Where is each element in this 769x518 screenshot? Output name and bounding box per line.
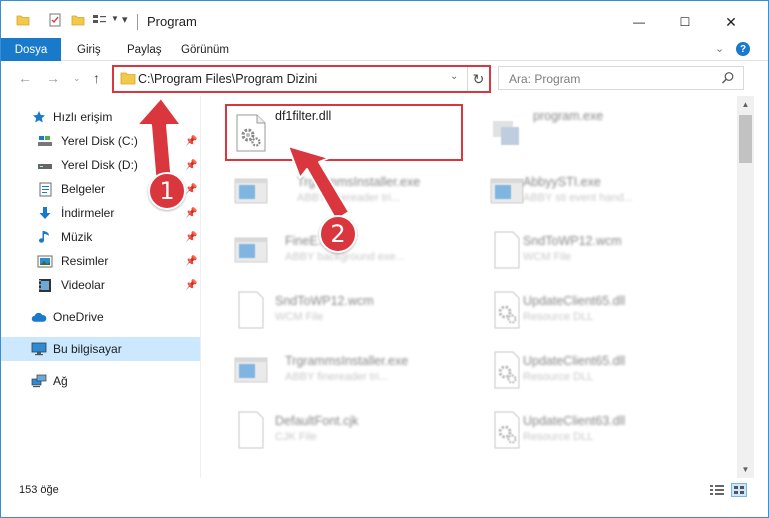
- file-item[interactable]: DefaultFont.cjk CJK File: [223, 402, 463, 458]
- dll-gear-icon: [494, 351, 520, 389]
- network-icon: [31, 373, 47, 389]
- file-item[interactable]: TrgrammsInstaller.exe ABBY finereader tr…: [223, 163, 463, 219]
- tab-share[interactable]: Paylaş: [127, 38, 162, 61]
- chevron-down-icon[interactable]: ⌄: [450, 71, 458, 82]
- sidebar-item-quick-access[interactable]: Hızlı erişim: [1, 105, 200, 129]
- expand-ribbon-icon[interactable]: ⌄: [715, 42, 724, 55]
- app-window-icon: [234, 178, 268, 204]
- details-view-icon[interactable]: [709, 483, 725, 497]
- file-list: df1filter.dll program.exe TrgrammsInstal…: [201, 96, 737, 478]
- properties-icon[interactable]: [48, 13, 62, 27]
- download-icon: [37, 205, 53, 221]
- sidebar-item-pictures[interactable]: Resimler 📌: [1, 249, 200, 273]
- up-button[interactable]: ↑: [93, 70, 100, 86]
- view-options-icon[interactable]: [92, 13, 108, 27]
- scroll-up-icon[interactable]: ▲: [737, 96, 754, 113]
- file-item[interactable]: UpdateClient63.dll Resource DLL: [479, 402, 719, 458]
- sidebar-item-this-pc[interactable]: Bu bilgisayar: [1, 337, 200, 361]
- blank-file-icon: [238, 291, 264, 329]
- tab-home[interactable]: Giriş: [77, 38, 101, 61]
- help-icon[interactable]: ?: [736, 42, 750, 56]
- pictures-icon: [37, 253, 53, 269]
- cloud-icon: [31, 309, 47, 325]
- pin-icon[interactable]: 📌: [185, 280, 197, 291]
- exe-icon: [493, 121, 519, 145]
- tab-file[interactable]: Dosya: [1, 38, 61, 61]
- minimize-button[interactable]: —: [616, 9, 662, 35]
- pin-icon[interactable]: 📌: [185, 184, 197, 195]
- explorer-window: ▼ ▾ Program — ☐ ✕ Dosya Giriş Paylaş Gör…: [0, 0, 769, 518]
- back-button[interactable]: ←: [18, 70, 32, 86]
- title-separator: [137, 14, 138, 30]
- file-item[interactable]: SndToWP12.wcm WCM File: [223, 282, 463, 338]
- drive-icon: [37, 157, 53, 173]
- search-box[interactable]: Ara: Program: [498, 66, 744, 90]
- vertical-scrollbar[interactable]: ▲ ▼: [737, 96, 754, 478]
- file-item[interactable]: SndToWP12.wcm WCM File: [479, 222, 719, 278]
- sidebar-item-videos[interactable]: Videolar 📌: [1, 273, 200, 297]
- pin-icon[interactable]: 📌: [185, 160, 197, 171]
- pin-icon[interactable]: 📌: [185, 136, 197, 147]
- app-window-icon: [234, 357, 268, 383]
- step-marker-2: 2: [319, 215, 357, 253]
- file-item[interactable]: UpdateClient65.dll Resource DLL: [479, 342, 719, 398]
- file-item[interactable]: UpdateClient65.dll Resource DLL: [479, 282, 719, 338]
- tab-view[interactable]: Görünüm: [181, 38, 229, 61]
- computer-icon: [31, 341, 47, 357]
- step-marker-1: 1: [148, 172, 186, 210]
- pin-icon[interactable]: 📌: [185, 232, 197, 243]
- maximize-button[interactable]: ☐: [662, 9, 708, 35]
- dll-gear-icon: [494, 411, 520, 449]
- pin-icon[interactable]: 📌: [185, 208, 197, 219]
- dll-gear-icon: [494, 291, 520, 329]
- customize-toolbar-icon[interactable]: ▾: [122, 13, 128, 26]
- folder-icon: [16, 15, 30, 26]
- forward-button[interactable]: →: [46, 70, 60, 86]
- videos-icon: [37, 277, 53, 293]
- chevron-down-icon[interactable]: ▼: [111, 14, 119, 23]
- item-count: 153 öğe: [19, 484, 59, 496]
- app-window-icon: [234, 237, 268, 263]
- recent-locations-icon[interactable]: ⌄: [73, 73, 81, 84]
- address-path[interactable]: C:\Program Files\Program Dizini: [138, 72, 317, 86]
- new-folder-icon[interactable]: [71, 13, 85, 27]
- close-button[interactable]: ✕: [708, 9, 754, 35]
- sidebar-item-disk-c[interactable]: Yerel Disk (C:) 📌: [1, 129, 200, 153]
- address-bar[interactable]: C:\Program Files\Program Dizini ⌄ ↻: [112, 65, 491, 93]
- pin-icon[interactable]: 📌: [185, 256, 197, 267]
- sidebar-item-network[interactable]: Ağ: [1, 369, 200, 393]
- file-highlight-box: [225, 104, 463, 161]
- scrollbar-thumb[interactable]: [739, 115, 752, 163]
- ribbon-tabs: Dosya Giriş Paylaş Görünüm ⌄ ?: [1, 38, 768, 61]
- large-icons-view-icon[interactable]: [731, 483, 747, 497]
- navigation-bar: ← → ⌄ ↑ C:\Program Files\Program Dizini …: [1, 61, 768, 96]
- sidebar-item-music[interactable]: Müzik 📌: [1, 225, 200, 249]
- blank-file-icon: [238, 411, 264, 449]
- refresh-button[interactable]: ↻: [467, 67, 489, 91]
- documents-icon: [37, 181, 53, 197]
- folder-icon: [120, 72, 136, 85]
- file-item[interactable]: TrgrammsInstaller.exe ABBY finereader tr…: [223, 342, 463, 398]
- drive-icon: [37, 133, 53, 149]
- search-icon[interactable]: [721, 71, 735, 85]
- title-bar: ▼ ▾ Program — ☐ ✕: [1, 1, 768, 38]
- navigation-pane: Hızlı erişim Yerel Disk (C:) 📌 Yerel Dis…: [1, 96, 201, 478]
- music-icon: [37, 229, 53, 245]
- window-title: Program: [147, 14, 197, 29]
- sidebar-item-onedrive[interactable]: OneDrive: [1, 305, 200, 329]
- file-item[interactable]: program.exe: [479, 105, 719, 161]
- app-window-icon: [490, 178, 524, 204]
- file-item[interactable]: AbbyySTI.exe ABBY sti event hand...: [479, 163, 719, 219]
- status-bar: 153 öğe: [1, 478, 768, 502]
- search-input[interactable]: Ara: Program: [509, 72, 580, 86]
- blank-file-icon: [494, 231, 520, 269]
- scroll-down-icon[interactable]: ▼: [737, 461, 754, 478]
- star-icon: [31, 109, 47, 125]
